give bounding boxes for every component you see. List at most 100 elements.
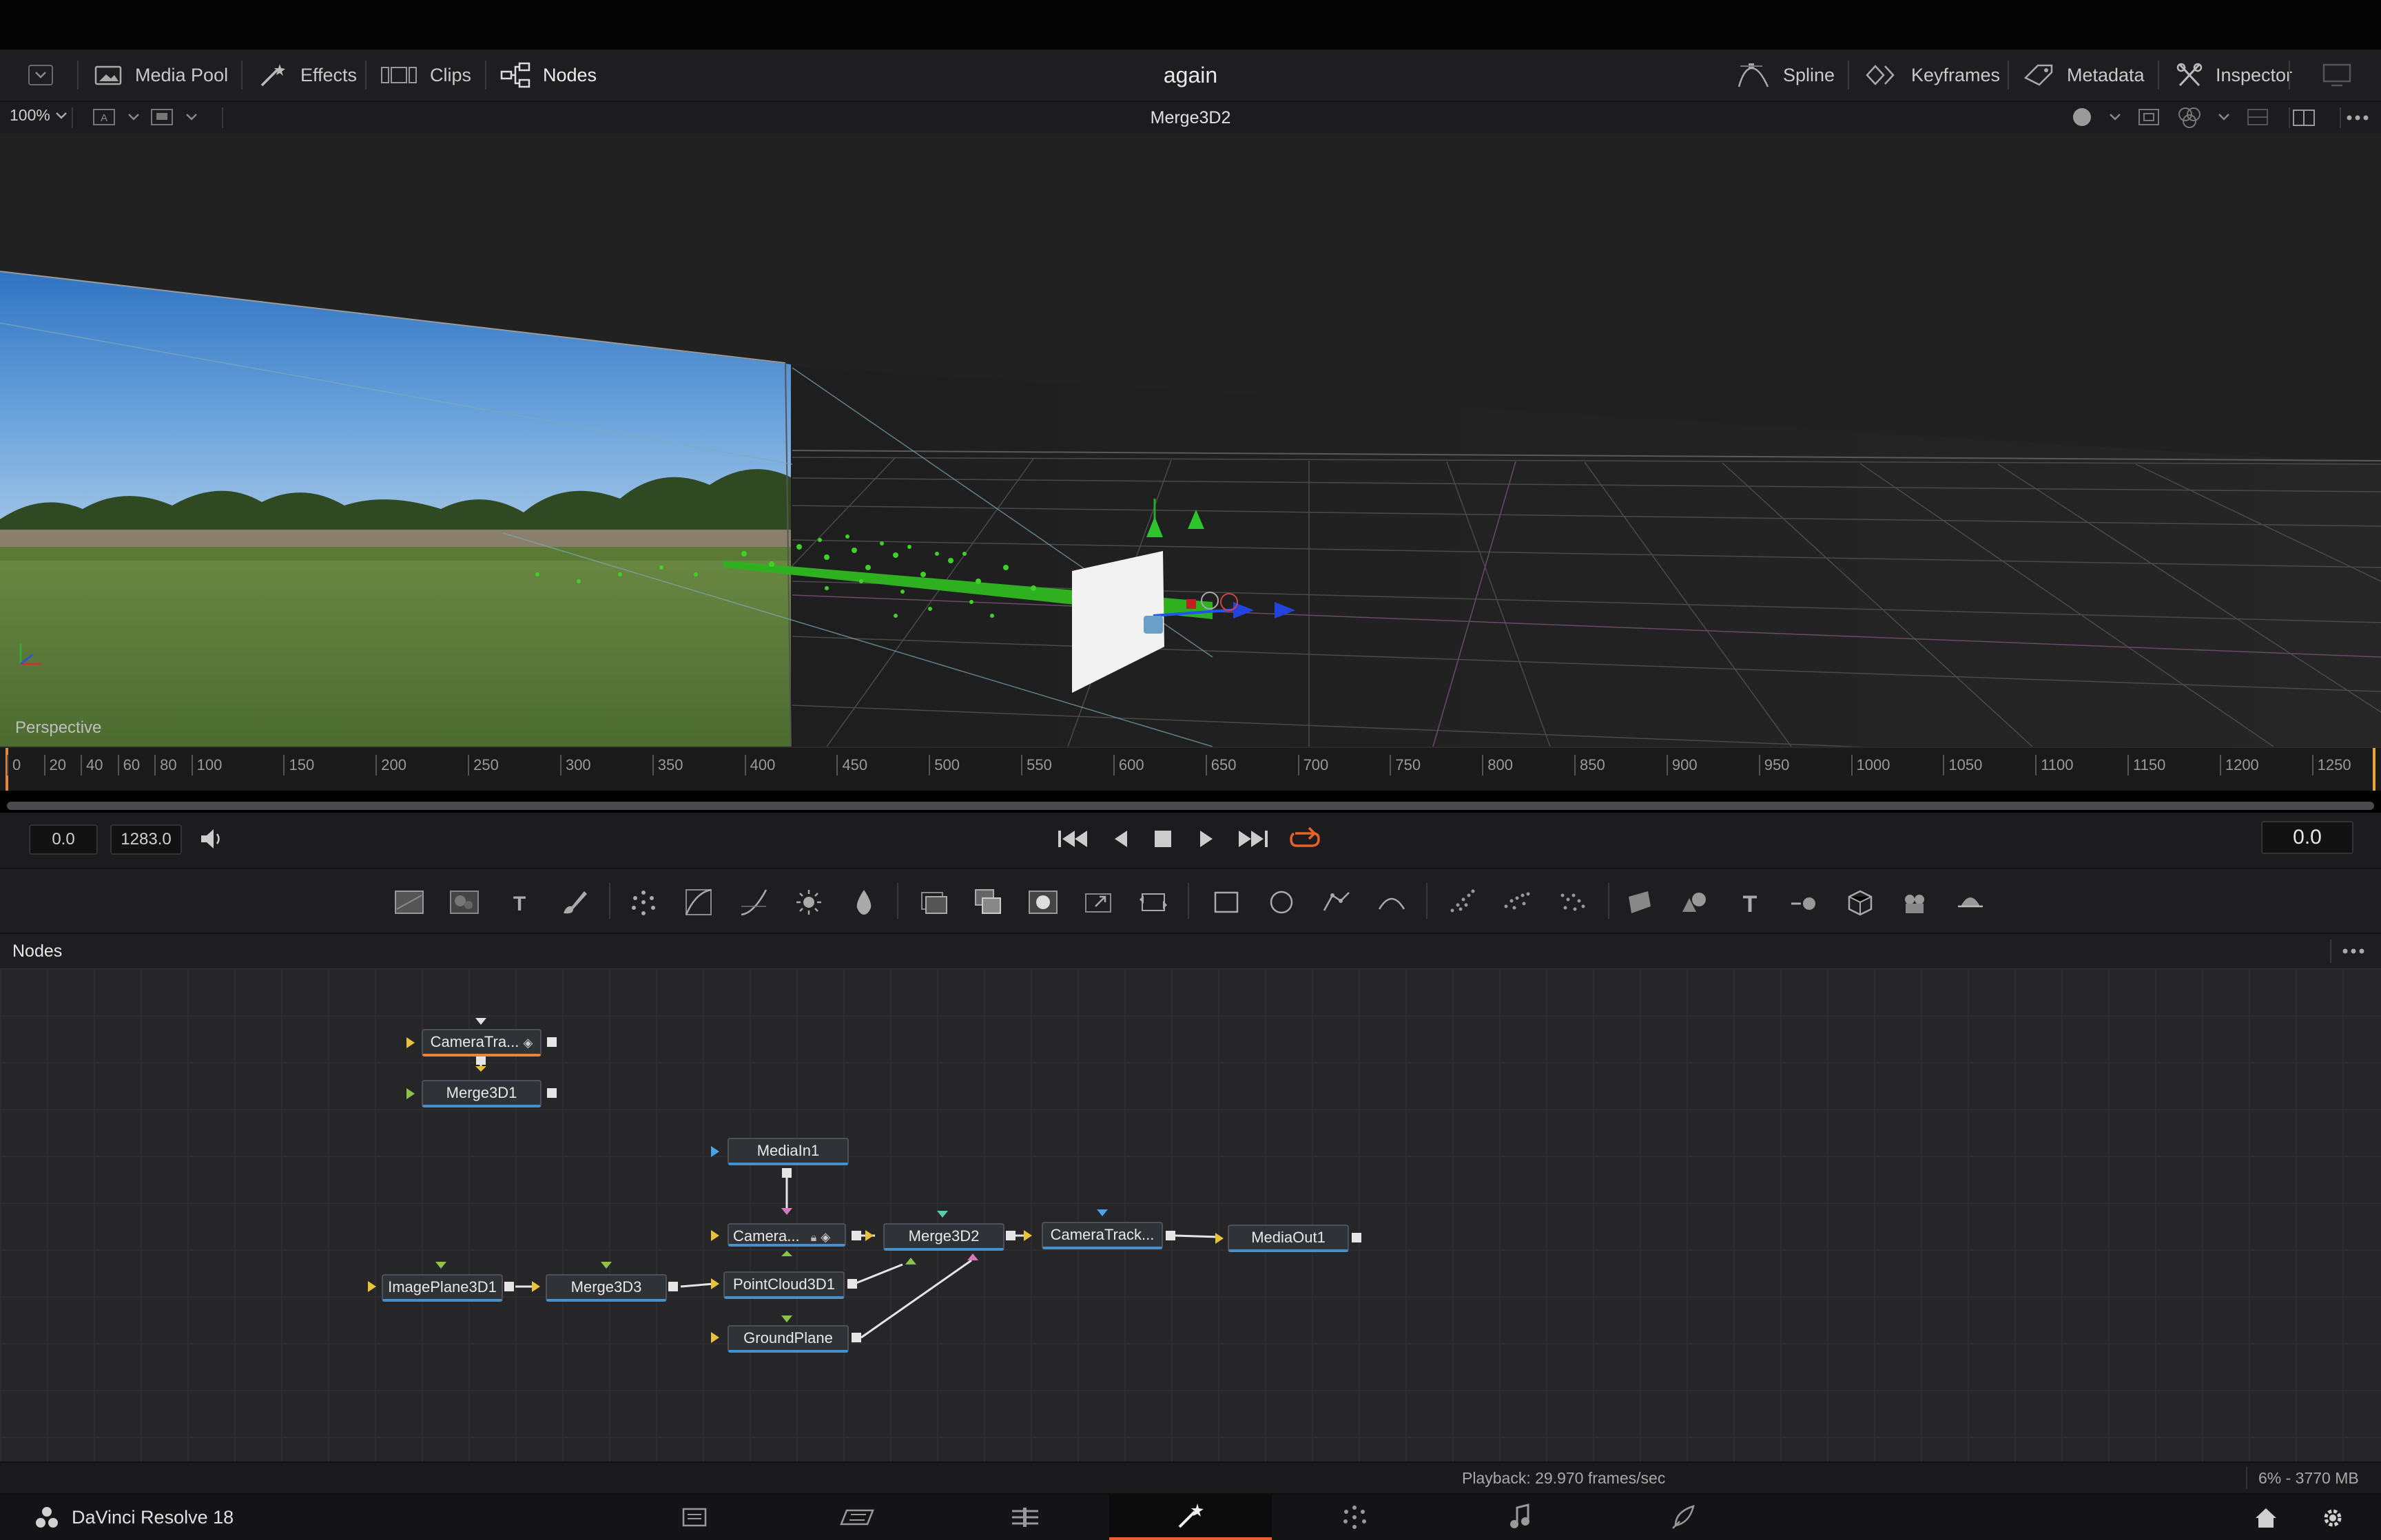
brightness-contrast-icon[interactable] xyxy=(792,886,825,919)
nodes-button[interactable]: Nodes xyxy=(500,50,597,101)
fairlight-page-tab[interactable] xyxy=(1439,1495,1601,1540)
stop-icon[interactable] xyxy=(1152,826,1174,851)
node-merge3d1[interactable]: Merge3D1 xyxy=(422,1080,542,1107)
ruler-tick-label: 650 xyxy=(1205,755,1236,776)
keyframes-button[interactable]: Keyframes xyxy=(1864,50,2000,101)
rectangle-mask-icon[interactable] xyxy=(1210,886,1243,919)
edit-page-tab[interactable] xyxy=(944,1495,1106,1540)
merge-icon[interactable] xyxy=(971,886,1004,919)
workspace-dropdown-button[interactable] xyxy=(28,50,55,101)
global-start-field[interactable]: 0.0 xyxy=(29,824,98,855)
node-mediain1[interactable]: MediaIn1 xyxy=(728,1138,849,1165)
node-label: Merge3D2 xyxy=(908,1227,980,1245)
spline-button[interactable]: Spline xyxy=(1736,50,1835,101)
go-to-end-icon[interactable] xyxy=(1236,826,1270,851)
text-plus-icon[interactable]: T xyxy=(503,886,536,919)
loop-icon[interactable] xyxy=(1288,825,1321,853)
merge-3d-icon[interactable] xyxy=(1789,886,1822,919)
time-ruler[interactable]: 0 20 40 60 80 100 150 200 250 300 350 400 450 500 550 6… xyxy=(0,747,2381,791)
node-cameratracker-b[interactable]: CameraTrack... xyxy=(1042,1222,1163,1249)
text-3d-icon[interactable]: T xyxy=(1733,886,1766,919)
end-marker[interactable] xyxy=(2373,748,2375,791)
fullscreen-toggle-button[interactable] xyxy=(2322,50,2353,101)
shape-3d-icon[interactable] xyxy=(1678,886,1711,919)
node-groundplane[interactable]: GroundPlane xyxy=(728,1325,849,1353)
record-dot-icon[interactable] xyxy=(2071,106,2093,128)
viewer-node-name: Merge3D2 xyxy=(1150,108,1231,127)
more-options-icon[interactable] xyxy=(2338,942,2369,960)
ruler-tick-label: 100 xyxy=(191,755,222,776)
split-view-icon[interactable] xyxy=(2291,107,2316,128)
speaker-icon[interactable] xyxy=(198,826,225,851)
node-merge3d2[interactable]: Merge3D2 xyxy=(883,1223,1004,1251)
node-editor[interactable]: CameraTra... ◈ Merge3D1 MediaIn1 Camera.… xyxy=(0,968,2381,1461)
global-end-field[interactable]: 1283.0 xyxy=(110,824,182,855)
loader-icon[interactable] xyxy=(916,886,949,919)
time-scrubber[interactable] xyxy=(7,802,2374,810)
resize-icon[interactable] xyxy=(1082,886,1115,919)
media-pool-button[interactable]: Media Pool xyxy=(94,50,228,101)
fusion-page-icon xyxy=(1178,1503,1204,1528)
cut-page-tab[interactable] xyxy=(776,1495,938,1540)
node-pointcloud3d1[interactable]: PointCloud3D1 xyxy=(723,1271,845,1299)
color-curves-icon[interactable] xyxy=(682,886,715,919)
roi-icon[interactable] xyxy=(2137,107,2162,127)
play-reverse-icon[interactable] xyxy=(1111,826,1131,851)
chevron-down-icon[interactable] xyxy=(2217,112,2231,122)
particle-emitter-icon[interactable] xyxy=(1445,886,1478,919)
ruler-tick-label: 1050 xyxy=(1943,755,1982,776)
ruler-tick-label: 150 xyxy=(283,755,314,776)
3d-viewer[interactable]: Perspective xyxy=(0,134,2381,747)
node-merge3d3[interactable]: Merge3D3 xyxy=(546,1274,667,1302)
lut-icon[interactable] xyxy=(2177,106,2202,128)
viewer-right-controls[interactable] xyxy=(2071,106,2271,128)
renderer-3d-icon[interactable] xyxy=(1844,886,1877,919)
inspector-button[interactable]: Inspector xyxy=(2176,50,2292,101)
particle-turbulence-icon[interactable] xyxy=(1556,886,1589,919)
node-mediaout1[interactable]: MediaOut1 xyxy=(1228,1225,1349,1252)
spline-icon xyxy=(1738,63,1769,87)
matte-control-icon[interactable] xyxy=(1027,886,1060,919)
ellipse-mask-icon[interactable] xyxy=(1265,886,1298,919)
paint-icon[interactable] xyxy=(558,886,591,919)
transform-icon[interactable] xyxy=(1137,886,1170,919)
metadata-button[interactable]: Metadata xyxy=(2023,50,2145,101)
go-to-start-icon[interactable] xyxy=(1055,826,1090,851)
color-corrector-icon[interactable] xyxy=(737,886,770,919)
guides-icon[interactable] xyxy=(2246,107,2271,127)
camera-3d-icon[interactable] xyxy=(1899,886,1932,919)
clips-button[interactable]: Clips xyxy=(380,50,471,101)
node-imageplane3d1[interactable]: ImagePlane3D1 xyxy=(382,1274,503,1302)
bspline-mask-icon[interactable] xyxy=(1375,886,1408,919)
particle-render-icon[interactable] xyxy=(1501,886,1534,919)
more-options-icon[interactable] xyxy=(2342,109,2373,127)
image-plane-3d-icon[interactable] xyxy=(1623,886,1656,919)
media-page-tab[interactable] xyxy=(613,1495,776,1540)
chevron-down-icon[interactable] xyxy=(2108,112,2122,122)
color-page-tab[interactable] xyxy=(1273,1495,1436,1540)
ruler-tick-label: 0 xyxy=(7,755,21,776)
current-time-field[interactable]: 0.0 xyxy=(2261,821,2353,854)
keyframes-label: Keyframes xyxy=(1911,64,2001,85)
effects-button[interactable]: Effects xyxy=(259,50,357,101)
ruler-tick-label: 400 xyxy=(744,755,775,776)
play-icon[interactable] xyxy=(1196,826,1217,851)
keyframe-diamond-icon: ◈ xyxy=(523,1036,533,1050)
viewer-scene[interactable]: Perspective xyxy=(0,134,2381,747)
fusion-page-tab[interactable] xyxy=(1109,1495,1272,1540)
polygon-mask-icon[interactable] xyxy=(1320,886,1353,919)
home-icon[interactable] xyxy=(2253,1506,2279,1530)
blur-icon[interactable] xyxy=(847,886,880,919)
node-label: MediaOut1 xyxy=(1251,1229,1326,1246)
chevron-down-icon xyxy=(28,65,53,85)
spotlight-3d-icon[interactable] xyxy=(1954,886,1987,919)
gear-icon[interactable] xyxy=(2320,1506,2345,1530)
fast-noise-icon[interactable] xyxy=(448,886,481,919)
node-camera-tracker[interactable]: Camera... 🔒︎ ◈ xyxy=(728,1223,846,1247)
particles-icon[interactable] xyxy=(627,886,660,919)
background-icon[interactable] xyxy=(393,886,426,919)
node-cameratracker-a[interactable]: CameraTra... ◈ xyxy=(422,1029,542,1057)
deliver-page-tab[interactable] xyxy=(1602,1495,1765,1540)
ruler-tick-label: 1000 xyxy=(1851,755,1890,776)
svg-text:T: T xyxy=(513,893,526,915)
